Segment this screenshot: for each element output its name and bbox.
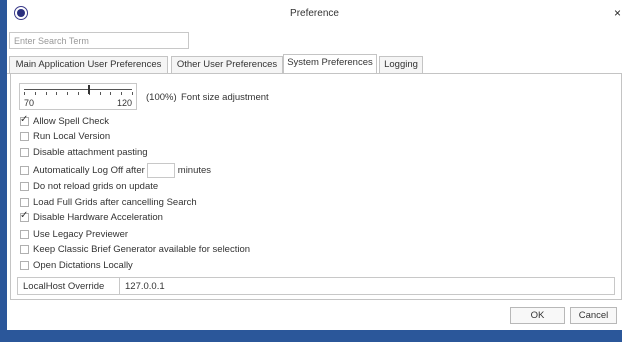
slider-track bbox=[24, 89, 132, 90]
option-use-legacy-previewer[interactable]: Use Legacy Previewer bbox=[20, 228, 128, 241]
option-load-full-grids[interactable]: Load Full Grids after cancelling Search bbox=[20, 196, 197, 209]
option-do-not-reload-grids[interactable]: Do not reload grids on update bbox=[20, 180, 158, 193]
checkbox[interactable]: ✓ bbox=[20, 210, 29, 222]
checkbox[interactable] bbox=[20, 198, 29, 207]
search-input[interactable]: Enter Search Term bbox=[9, 32, 189, 49]
slider-tick bbox=[121, 92, 123, 95]
slider-min-label: 70 bbox=[24, 98, 35, 108]
slider-tick bbox=[56, 92, 58, 95]
checkbox[interactable] bbox=[20, 182, 29, 191]
font-size-label: Font size adjustment bbox=[181, 92, 269, 103]
slider-tick bbox=[34, 92, 36, 95]
checkbox[interactable] bbox=[20, 230, 29, 239]
slider-tick bbox=[99, 92, 101, 95]
option-automatically-log-off[interactable]: Automatically Log Off after minutes bbox=[20, 162, 211, 178]
option-label: Keep Classic Brief Generator available f… bbox=[33, 244, 251, 255]
option-open-dictations-locally[interactable]: Open Dictations Locally bbox=[20, 259, 133, 272]
checkbox[interactable] bbox=[20, 245, 29, 254]
slider-tick bbox=[78, 92, 79, 95]
close-icon[interactable]: × bbox=[614, 7, 621, 19]
option-allow-spell-check[interactable]: ✓ Allow Spell Check bbox=[20, 114, 110, 128]
checkbox[interactable]: ✓ bbox=[20, 114, 29, 126]
checkbox[interactable] bbox=[20, 148, 29, 157]
font-size-percent: (100%) bbox=[146, 92, 177, 103]
tab-other-user-preferences[interactable]: Other User Preferences bbox=[171, 56, 283, 74]
font-size-slider[interactable]: 70 120 bbox=[19, 83, 137, 110]
tab-bar: Main Application User Preferences Other … bbox=[7, 54, 622, 74]
option-label: Do not reload grids on update bbox=[33, 181, 159, 192]
slider-max-label: 120 bbox=[116, 98, 132, 108]
tab-main-application-user-preferences[interactable]: Main Application User Preferences bbox=[9, 56, 168, 74]
localhost-override-row: LocalHost Override 127.0.0.1 bbox=[17, 277, 615, 295]
option-label: Load Full Grids after cancelling Search bbox=[33, 197, 197, 208]
localhost-override-label: LocalHost Override bbox=[23, 281, 105, 292]
option-label: Run Local Version bbox=[33, 131, 111, 142]
slider-tick bbox=[132, 92, 133, 95]
window-frame-left bbox=[0, 0, 7, 342]
slider-tick bbox=[67, 92, 69, 95]
slider-tick bbox=[110, 92, 112, 95]
option-keep-classic-brief-generator[interactable]: Keep Classic Brief Generator available f… bbox=[20, 243, 250, 256]
checkbox[interactable] bbox=[20, 132, 29, 141]
log-off-minutes-input[interactable] bbox=[146, 162, 175, 178]
cancel-button[interactable]: Cancel bbox=[570, 307, 617, 324]
tab-system-preferences[interactable]: System Preferences bbox=[283, 54, 377, 74]
checkmark-icon: ✓ bbox=[20, 114, 29, 125]
checkbox[interactable] bbox=[20, 261, 29, 270]
checkmark-icon: ✓ bbox=[20, 210, 29, 221]
option-label: Disable attachment pasting bbox=[33, 147, 148, 158]
option-label: Use Legacy Previewer bbox=[33, 229, 129, 240]
option-disable-attachment-pasting[interactable]: Disable attachment pasting bbox=[20, 146, 148, 159]
slider-tick bbox=[45, 92, 47, 95]
title-bar: Preference × bbox=[7, 0, 622, 28]
window-title: Preference bbox=[290, 8, 339, 19]
option-label: Open Dictations Locally bbox=[33, 260, 133, 271]
option-label: Disable Hardware Acceleration bbox=[33, 212, 163, 223]
option-label: Automatically Log Off after bbox=[33, 164, 145, 176]
minutes-label: minutes bbox=[177, 164, 212, 176]
slider-tick bbox=[24, 92, 25, 95]
ok-button[interactable]: OK bbox=[510, 307, 565, 324]
localhost-override-input[interactable]: 127.0.0.1 bbox=[119, 278, 614, 294]
checkbox[interactable] bbox=[20, 165, 29, 175]
taskbar bbox=[0, 330, 622, 342]
option-disable-hardware-acceleration[interactable]: ✓ Disable Hardware Acceleration bbox=[20, 210, 163, 224]
tab-logging[interactable]: Logging bbox=[379, 56, 423, 74]
option-run-local-version[interactable]: Run Local Version bbox=[20, 130, 110, 143]
option-label: Allow Spell Check bbox=[33, 116, 110, 127]
slider-thumb[interactable] bbox=[87, 85, 90, 94]
